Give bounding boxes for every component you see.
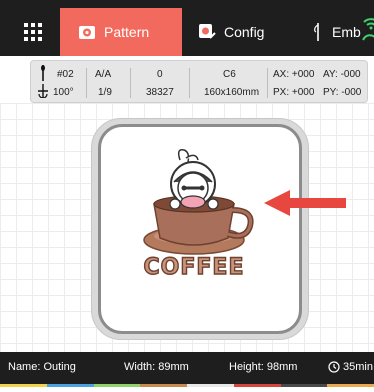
stitch-count: 38327 [146, 87, 174, 98]
pattern-height: Height: 98mm [229, 361, 298, 373]
thread-color-8 [327, 384, 374, 387]
machine-info-panel: #02 100° A/A 1/9 0 38327 C6 160x160mm AX… [30, 60, 368, 103]
design-text: COFFEE [144, 255, 245, 280]
thread-color-1 [0, 384, 47, 387]
py-value: PY: -000 [323, 87, 362, 98]
config-icon [198, 23, 216, 41]
ay-value: AY: -000 [323, 69, 361, 80]
ax-value: AX: +000 [273, 69, 315, 80]
hoop-size: 160x160mm [204, 87, 260, 98]
thread-color-3 [93, 384, 141, 387]
needle-number: #02 [57, 69, 74, 80]
rotation-angle: 100° [53, 87, 74, 98]
thread-color-4 [140, 384, 187, 387]
thread-color-7 [280, 384, 328, 387]
thread-color-2 [46, 384, 94, 387]
tab-config[interactable]: Config [182, 8, 294, 56]
tab-config-label: Config [224, 24, 265, 40]
thread-color-bar [0, 384, 374, 392]
hoop-code: C6 [223, 69, 236, 80]
color-fraction: 1/9 [98, 87, 112, 98]
needle-indicator-icon [39, 65, 47, 84]
estimated-time: 35min [343, 361, 373, 373]
clock-icon [328, 361, 340, 376]
menu-grid-button[interactable] [12, 12, 54, 52]
tab-pattern-label: Pattern [104, 24, 150, 40]
aa-value: A/A [95, 69, 112, 80]
pattern-name: Name: Outing [8, 361, 76, 373]
wifi-icon [360, 14, 374, 44]
px-value: PX: +000 [273, 87, 315, 98]
pointer-arrow [264, 190, 346, 216]
current-stitch: 0 [157, 69, 163, 80]
tab-emb-label: Emb [332, 24, 361, 40]
grid-icon [24, 23, 42, 41]
thread-color-5 [187, 384, 234, 387]
coffee-embroidery-design[interactable]: COFFEE [130, 148, 270, 288]
rotation-icon [37, 84, 49, 101]
needle-icon [312, 22, 324, 42]
pattern-width: Width: 89mm [124, 361, 189, 373]
top-toolbar: Pattern Config Emb [0, 0, 374, 56]
pattern-folder-icon [78, 24, 96, 40]
tab-pattern[interactable]: Pattern [60, 8, 182, 56]
tab-emb[interactable]: Emb [294, 8, 364, 56]
status-bar: Name: Outing Width: 89mm Height: 98mm 35… [0, 352, 374, 384]
thread-color-6 [233, 384, 281, 387]
